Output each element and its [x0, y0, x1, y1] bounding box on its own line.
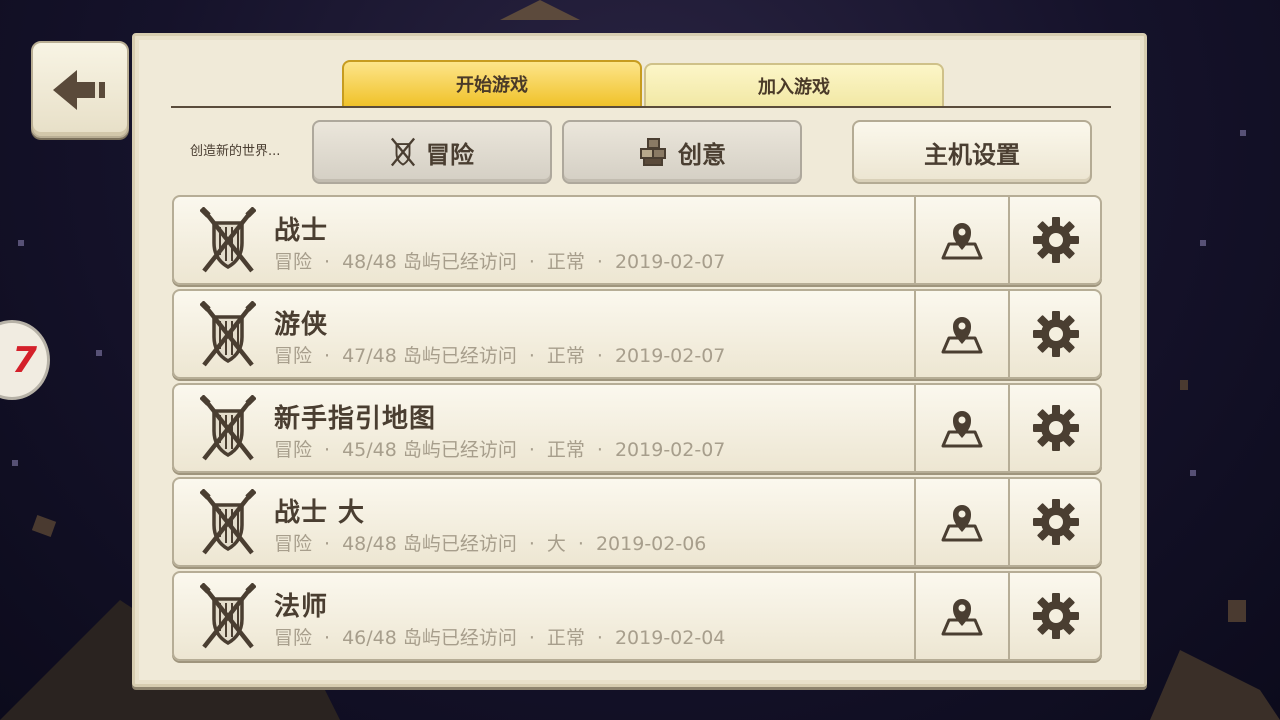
gear-icon	[1033, 499, 1079, 545]
world-islands: 47/48 岛屿已经访问	[342, 345, 517, 367]
meta-separator: ·	[324, 439, 331, 461]
map-pin-icon	[941, 599, 983, 636]
meta-separator: ·	[528, 439, 535, 461]
world-islands: 48/48 岛屿已经访问	[342, 251, 517, 273]
world-date: 2019-02-06	[595, 533, 707, 555]
settings-button[interactable]	[1008, 573, 1102, 659]
world-select-panel: 开始游戏 加入游戏 创造新的世界... 冒险 创意 主机设置 战士 冒险 · 4…	[132, 33, 1147, 687]
world-mode: 冒险	[274, 251, 313, 273]
sword-shield-icon	[200, 207, 256, 273]
world-name: 新手指引地图	[274, 404, 437, 434]
world-meta: 冒险 · 48/48 岛屿已经访问 · 正常 · 2019-02-07	[274, 247, 725, 274]
map-pin-icon	[941, 505, 983, 542]
adventure-label: 冒险	[426, 140, 474, 169]
map-button[interactable]	[914, 385, 1008, 471]
world-row[interactable]: 新手指引地图 冒险 · 45/48 岛屿已经访问 · 正常 · 2019-02-07	[172, 383, 1102, 473]
world-meta: 冒险 · 45/48 岛屿已经访问 · 正常 · 2019-02-07	[274, 435, 725, 462]
gear-icon	[1033, 311, 1079, 357]
world-name: 战士	[274, 216, 329, 246]
settings-button[interactable]	[1008, 291, 1102, 377]
meta-separator: ·	[324, 627, 331, 649]
world-date: 2019-02-07	[614, 345, 726, 367]
world-meta: 冒险 · 48/48 岛屿已经访问 · 大 · 2019-02-06	[274, 529, 706, 556]
sword-shield-icon	[200, 301, 256, 367]
world-islands: 46/48 岛屿已经访问	[342, 627, 517, 649]
creative-mode-button[interactable]: 创意	[562, 120, 802, 184]
world-islands: 48/48 岛屿已经访问	[342, 533, 517, 555]
world-difficulty: 正常	[546, 627, 585, 649]
side-badge-text: 7	[11, 339, 37, 381]
world-meta: 冒险 · 47/48 岛屿已经访问 · 正常 · 2019-02-07	[274, 341, 725, 368]
world-row[interactable]: 游侠 冒险 · 47/48 岛屿已经访问 · 正常 · 2019-02-07	[172, 289, 1102, 379]
map-pin-icon	[941, 317, 983, 354]
back-button[interactable]	[31, 41, 129, 138]
world-difficulty: 正常	[546, 439, 585, 461]
meta-separator: ·	[528, 627, 535, 649]
world-date: 2019-02-07	[614, 251, 726, 273]
meta-separator: ·	[324, 251, 331, 273]
map-button[interactable]	[914, 197, 1008, 283]
world-mode: 冒险	[274, 439, 313, 461]
meta-separator: ·	[324, 345, 331, 367]
gear-icon	[1033, 405, 1079, 451]
meta-separator: ·	[596, 627, 603, 649]
world-mode: 冒险	[274, 627, 313, 649]
map-button[interactable]	[914, 479, 1008, 565]
world-row[interactable]: 战士 大 冒险 · 48/48 岛屿已经访问 · 大 · 2019-02-06	[172, 477, 1102, 567]
meta-separator: ·	[528, 251, 535, 273]
meta-separator: ·	[596, 439, 603, 461]
world-difficulty: 大	[546, 533, 566, 555]
settings-button[interactable]	[1008, 385, 1102, 471]
world-difficulty: 正常	[546, 251, 585, 273]
gear-icon	[1033, 593, 1079, 639]
map-button[interactable]	[914, 573, 1008, 659]
world-name: 战士 大	[274, 498, 366, 528]
map-button[interactable]	[914, 291, 1008, 377]
map-pin-icon	[941, 411, 983, 448]
meta-separator: ·	[596, 345, 603, 367]
sword-shield-icon	[200, 583, 256, 649]
settings-button[interactable]	[1008, 479, 1102, 565]
world-row[interactable]: 法师 冒险 · 46/48 岛屿已经访问 · 正常 · 2019-02-04	[172, 571, 1102, 661]
tab-join-game[interactable]: 加入游戏	[644, 63, 944, 106]
blocks-icon	[640, 138, 666, 166]
world-mode: 冒险	[274, 533, 313, 555]
tab-divider	[171, 106, 1111, 108]
world-name: 法师	[274, 592, 329, 622]
world-difficulty: 正常	[546, 345, 585, 367]
world-meta: 冒险 · 46/48 岛屿已经访问 · 正常 · 2019-02-04	[274, 623, 725, 650]
tab-start-game[interactable]: 开始游戏	[342, 60, 642, 106]
adventure-mode-button[interactable]: 冒险	[312, 120, 552, 184]
world-date: 2019-02-04	[614, 627, 726, 649]
world-islands: 45/48 岛屿已经访问	[342, 439, 517, 461]
sword-shield-icon	[200, 489, 256, 555]
creative-label: 创意	[678, 140, 726, 169]
world-name: 游侠	[274, 310, 329, 340]
meta-separator: ·	[528, 345, 535, 367]
sword-shield-icon	[200, 395, 256, 461]
settings-button[interactable]	[1008, 197, 1102, 283]
world-row[interactable]: 战士 冒险 · 48/48 岛屿已经访问 · 正常 · 2019-02-07	[172, 195, 1102, 285]
map-pin-icon	[941, 223, 983, 260]
host-settings-button[interactable]: 主机设置	[852, 120, 1092, 184]
world-date: 2019-02-07	[614, 439, 726, 461]
meta-separator: ·	[577, 533, 584, 555]
host-settings-label: 主机设置	[924, 140, 1020, 169]
gear-icon	[1033, 217, 1079, 263]
left-arrow-icon	[53, 69, 105, 110]
meta-separator: ·	[528, 533, 535, 555]
create-new-world-label: 创造新的世界...	[190, 144, 281, 159]
world-mode: 冒险	[274, 345, 313, 367]
meta-separator: ·	[324, 533, 331, 555]
meta-separator: ·	[596, 251, 603, 273]
sword-shield-icon	[390, 137, 416, 167]
